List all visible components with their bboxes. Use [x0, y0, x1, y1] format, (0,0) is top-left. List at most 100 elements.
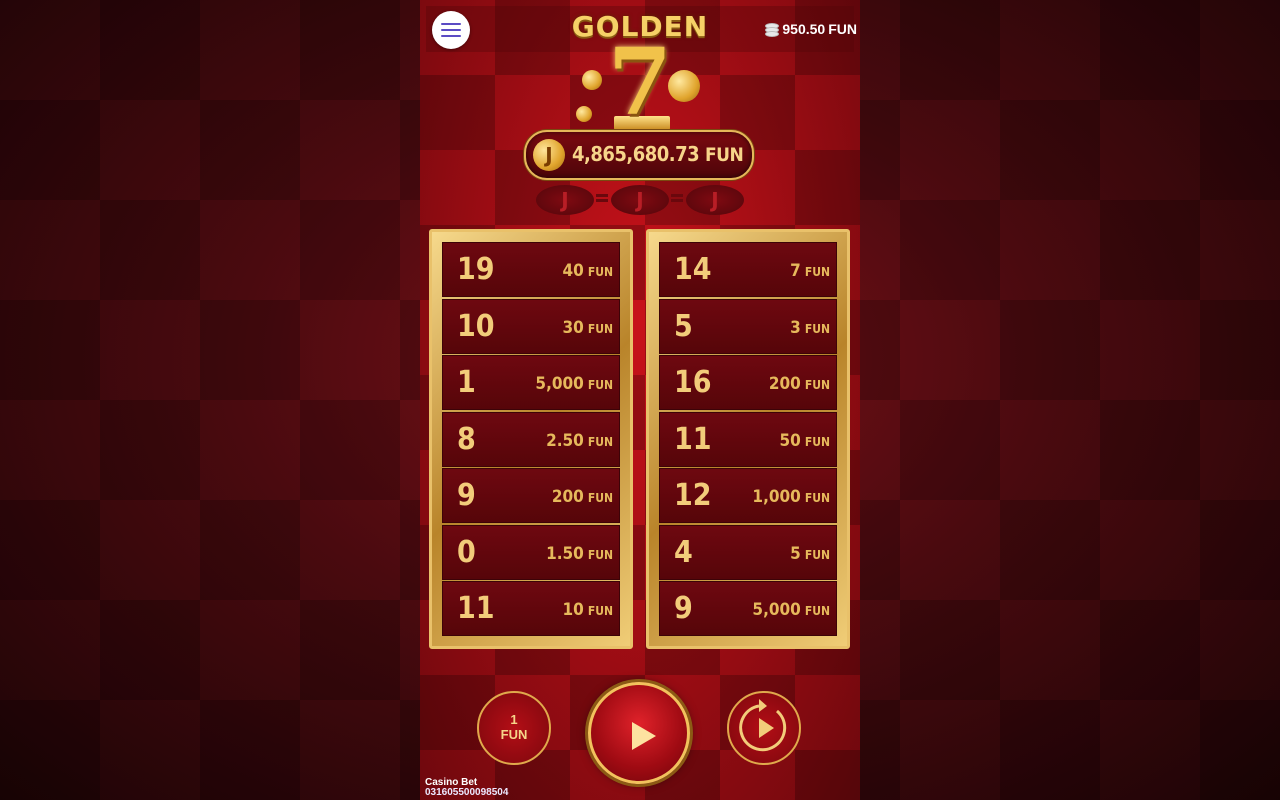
ticket-prize: 2.50 FUN — [546, 431, 613, 451]
ticket-prize: 5,000 FUN — [752, 600, 830, 620]
ticket-prize: 1.50 FUN — [546, 544, 613, 564]
prize-unit: FUN — [587, 604, 613, 618]
prize-value: 5,000 — [752, 600, 801, 620]
prize-value: 200 — [551, 487, 584, 507]
footer-info: Casino Bet 031605500098504 — [425, 778, 508, 798]
ticket-prize: 30 FUN — [563, 318, 613, 338]
prize-unit: FUN — [804, 265, 830, 279]
ticket-number: 1 — [457, 365, 476, 400]
ticket-prize: 200 FUN — [552, 487, 613, 507]
coins-icon — [763, 22, 780, 37]
menu-button[interactable] — [432, 11, 470, 49]
ticket-row: 14 7 FUN — [659, 242, 837, 297]
play-icon — [632, 722, 656, 750]
autoplay-icon — [739, 699, 787, 752]
play-button[interactable] — [588, 682, 690, 784]
ticket-prize: 10 FUN — [563, 600, 613, 620]
jackpot-amount: 4,865,680.73 — [572, 142, 700, 166]
golden-7-logo: GOLDEN 7 — [570, 8, 710, 138]
ticket-number: 9 — [674, 591, 693, 626]
bet-button[interactable]: 1 FUN — [477, 691, 551, 765]
prize-value: 3 — [790, 317, 801, 338]
jackpot-value: 4,865,680.73 FUN — [572, 142, 744, 166]
ticket-row: 9 200 FUN — [442, 468, 620, 523]
prize-value: 1,000 — [752, 487, 801, 507]
ticket-number: 10 — [457, 308, 495, 344]
prize-value: 50 — [779, 430, 801, 451]
ticket-number: 19 — [457, 252, 495, 287]
bet-unit: FUN — [500, 727, 528, 742]
ticket-row: 16 200 FUN — [659, 355, 837, 410]
ticket-row: 12 1,000 FUN — [659, 468, 837, 523]
ticket-row: 11 10 FUN — [442, 581, 620, 636]
ticket-number: 0 — [457, 534, 476, 570]
balance-value: 950.50 — [782, 21, 826, 37]
jackpot-token: J — [611, 185, 669, 215]
prize-value: 7 — [790, 261, 801, 281]
balance-unit: FUN — [828, 21, 857, 37]
prize-value: 200 — [768, 374, 801, 394]
menu-icon-line — [441, 35, 461, 37]
jackpot-display: J 4,865,680.73 FUN — [524, 130, 754, 180]
token-separator — [671, 194, 683, 202]
ticket-panel-left: 19 40 FUN 10 30 FUN 1 5,000 FUN 8 2.50 FUN 9 200 FUN 0 1… — [429, 229, 633, 649]
menu-icon-line — [441, 29, 461, 31]
ticket-prize: 5,000 FUN — [535, 374, 613, 394]
ticket-row: 11 50 FUN — [659, 411, 837, 467]
ticket-row: 0 1.50 FUN — [442, 524, 620, 580]
prize-unit: FUN — [587, 265, 613, 279]
coin-icon — [576, 106, 592, 122]
prize-unit: FUN — [587, 434, 613, 449]
ticket-row: 19 40 FUN — [442, 242, 620, 297]
ticket-row: 5 3 FUN — [659, 298, 837, 354]
ticket-row: 1 5,000 FUN — [442, 355, 620, 410]
prize-unit: FUN — [587, 378, 613, 392]
ticket-prize: 1,000 FUN — [752, 487, 830, 507]
prize-unit: FUN — [804, 491, 830, 505]
ticket-prize: 40 FUN — [563, 261, 613, 281]
ticket-number: 9 — [457, 478, 476, 513]
jackpot-token: J — [686, 185, 744, 215]
ticket-row: 10 30 FUN — [442, 298, 620, 354]
ticket-number: 12 — [674, 478, 712, 513]
jackpot-coin-icon: J — [533, 139, 565, 171]
ticket-panel-right: 14 7 FUN 5 3 FUN 16 200 FUN 11 50 FUN 12 1,000 FUN 4 5 FU… — [646, 229, 850, 649]
session-id: 031605500098504 — [425, 787, 509, 798]
prize-unit: FUN — [804, 604, 830, 618]
prize-value: 5,000 — [535, 374, 584, 394]
ticket-prize: 200 FUN — [769, 374, 830, 394]
ticket-prize: 3 FUN — [790, 318, 830, 338]
prize-value: 5 — [790, 543, 801, 564]
jackpot-tokens: J J J — [450, 180, 830, 224]
ticket-number: 8 — [457, 421, 476, 457]
balance-display: 950.50 FUN — [763, 20, 857, 38]
prize-unit: FUN — [587, 321, 613, 336]
ticket-number: 4 — [674, 534, 693, 570]
ticket-prize: 5 FUN — [790, 544, 830, 564]
game-area: 950.50 FUN GOLDEN 7 J 4,865,680.73 FUN J… — [420, 0, 860, 800]
ticket-number: 14 — [674, 252, 712, 287]
prize-value: 40 — [562, 261, 584, 281]
jackpot-token: J — [536, 185, 594, 215]
prize-unit: FUN — [587, 491, 613, 505]
ticket-row: 9 5,000 FUN — [659, 581, 837, 636]
logo-seven: 7 — [607, 28, 672, 136]
prize-unit: FUN — [587, 547, 613, 562]
autoplay-button[interactable] — [727, 691, 801, 765]
ticket-number: 11 — [674, 421, 712, 457]
prize-value: 30 — [562, 317, 584, 338]
prize-unit: FUN — [804, 321, 830, 336]
menu-icon-line — [441, 23, 461, 25]
bet-value: 1 — [510, 712, 518, 727]
ticket-number: 11 — [457, 591, 495, 626]
prize-unit: FUN — [804, 434, 830, 449]
prize-value: 2.50 — [546, 430, 584, 451]
token-separator — [596, 194, 608, 202]
prize-unit: FUN — [804, 378, 830, 392]
ticket-prize: 50 FUN — [780, 431, 830, 451]
ticket-prize: 7 FUN — [790, 261, 830, 281]
jackpot-unit: FUN — [704, 144, 744, 166]
ticket-number: 5 — [674, 308, 693, 344]
ticket-row: 4 5 FUN — [659, 524, 837, 580]
coin-icon — [582, 70, 602, 90]
